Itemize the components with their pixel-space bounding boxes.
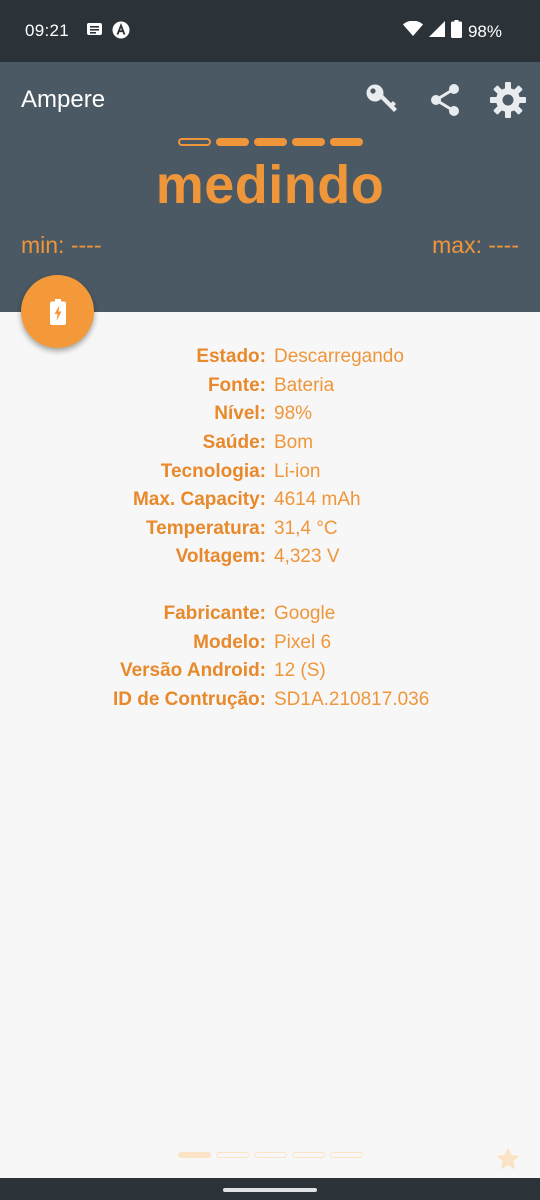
status-time: 09:21 xyxy=(25,21,70,40)
battery-icon xyxy=(450,20,462,43)
info-value: Google xyxy=(274,603,336,625)
share-icon xyxy=(431,84,459,116)
status-notification-icons xyxy=(86,21,130,44)
info-label: ID de Contrução: xyxy=(112,689,266,711)
navigation-bar xyxy=(0,1178,540,1200)
info-row-estado: Estado: Descarregando xyxy=(0,343,540,372)
page-dot xyxy=(292,1152,325,1158)
info-row-nivel: Nível: 98% xyxy=(0,400,540,429)
page-dot-current xyxy=(178,138,211,146)
info-label: Temperatura: xyxy=(145,517,266,539)
info-row-saude: Saúde: Bom xyxy=(0,429,540,458)
info-value: Li-ion xyxy=(274,460,321,482)
info-label: Fabricante: xyxy=(163,603,266,625)
battery-charging-icon xyxy=(49,298,66,325)
info-row-modelo: Modelo: Pixel 6 xyxy=(0,629,540,658)
info-label: Modelo: xyxy=(193,631,266,653)
page-dot xyxy=(330,138,363,146)
info-row-voltagem: Voltagem: 4,323 V xyxy=(0,543,540,572)
gear-icon xyxy=(490,82,526,118)
info-label: Voltagem: xyxy=(175,546,266,568)
info-label: Estado: xyxy=(196,346,266,368)
app-header: Ampere medindo min: ---- max: ---- xyxy=(0,62,540,312)
page-dot xyxy=(254,138,287,146)
info-value: 12 (S) xyxy=(274,660,326,682)
min-value: min: ---- xyxy=(21,232,102,258)
info-value: 4614 mAh xyxy=(274,489,361,511)
key-button[interactable] xyxy=(362,80,402,120)
bottom-page-indicator xyxy=(178,1152,363,1158)
page-dot xyxy=(216,1152,249,1158)
info-row-tecnologia: Tecnologia: Li-ion xyxy=(0,457,540,486)
wifi-icon xyxy=(402,20,423,42)
key-icon xyxy=(366,84,397,112)
info-row-max-capacity: Max. Capacity: 4614 mAh xyxy=(0,486,540,515)
share-button[interactable] xyxy=(425,80,465,120)
info-value: 31,4 °C xyxy=(274,517,338,539)
info-value: Descarregando xyxy=(274,346,404,368)
battery-fab-button[interactable] xyxy=(21,275,94,348)
signal-icon xyxy=(428,21,445,42)
info-label: Max. Capacity: xyxy=(132,489,266,511)
info-row-fabricante: Fabricante: Google xyxy=(0,600,540,629)
page-dot xyxy=(216,138,249,146)
battery-percent: 98% xyxy=(467,21,502,41)
info-label: Saúde: xyxy=(202,432,266,454)
info-label: Tecnologia: xyxy=(160,460,266,482)
status-system-icons: 98% xyxy=(402,20,502,43)
info-row-temperatura: Temperatura: 31,4 °C xyxy=(0,515,540,544)
home-gesture-handle[interactable] xyxy=(223,1188,317,1192)
battery-info-table: Estado: Descarregando Fonte: Bateria Nív… xyxy=(0,343,540,572)
settings-button[interactable] xyxy=(488,80,528,120)
star-icon[interactable] xyxy=(494,1145,522,1173)
page-dot xyxy=(330,1152,363,1158)
info-label: Nível: xyxy=(214,403,266,425)
info-value: 4,323 V xyxy=(274,546,340,568)
info-value: SD1A.210817.036 xyxy=(274,689,430,711)
info-value: Bateria xyxy=(274,374,335,396)
page-indicator xyxy=(178,138,363,146)
info-row-build-id: ID de Contrução: SD1A.210817.036 xyxy=(0,686,540,715)
max-value: max: ---- xyxy=(432,232,519,258)
page-dot xyxy=(292,138,325,146)
device-info-table: Fabricante: Google Modelo: Pixel 6 Versã… xyxy=(0,600,540,714)
a-circle-icon xyxy=(112,21,130,44)
notes-icon xyxy=(86,21,103,44)
info-value: Pixel 6 xyxy=(274,631,332,653)
info-value: 98% xyxy=(274,403,313,425)
measurement-status: medindo xyxy=(155,155,385,215)
info-label: Versão Android: xyxy=(119,660,266,682)
info-row-versao-android: Versão Android: 12 (S) xyxy=(0,657,540,686)
info-value: Bom xyxy=(274,432,314,454)
page-dot xyxy=(254,1152,287,1158)
status-bar: 09:21 98% xyxy=(0,0,540,62)
info-row-fonte: Fonte: Bateria xyxy=(0,372,540,401)
info-label: Fonte: xyxy=(207,374,266,396)
page-dot-current xyxy=(178,1152,211,1158)
app-title: Ampere xyxy=(21,86,106,113)
